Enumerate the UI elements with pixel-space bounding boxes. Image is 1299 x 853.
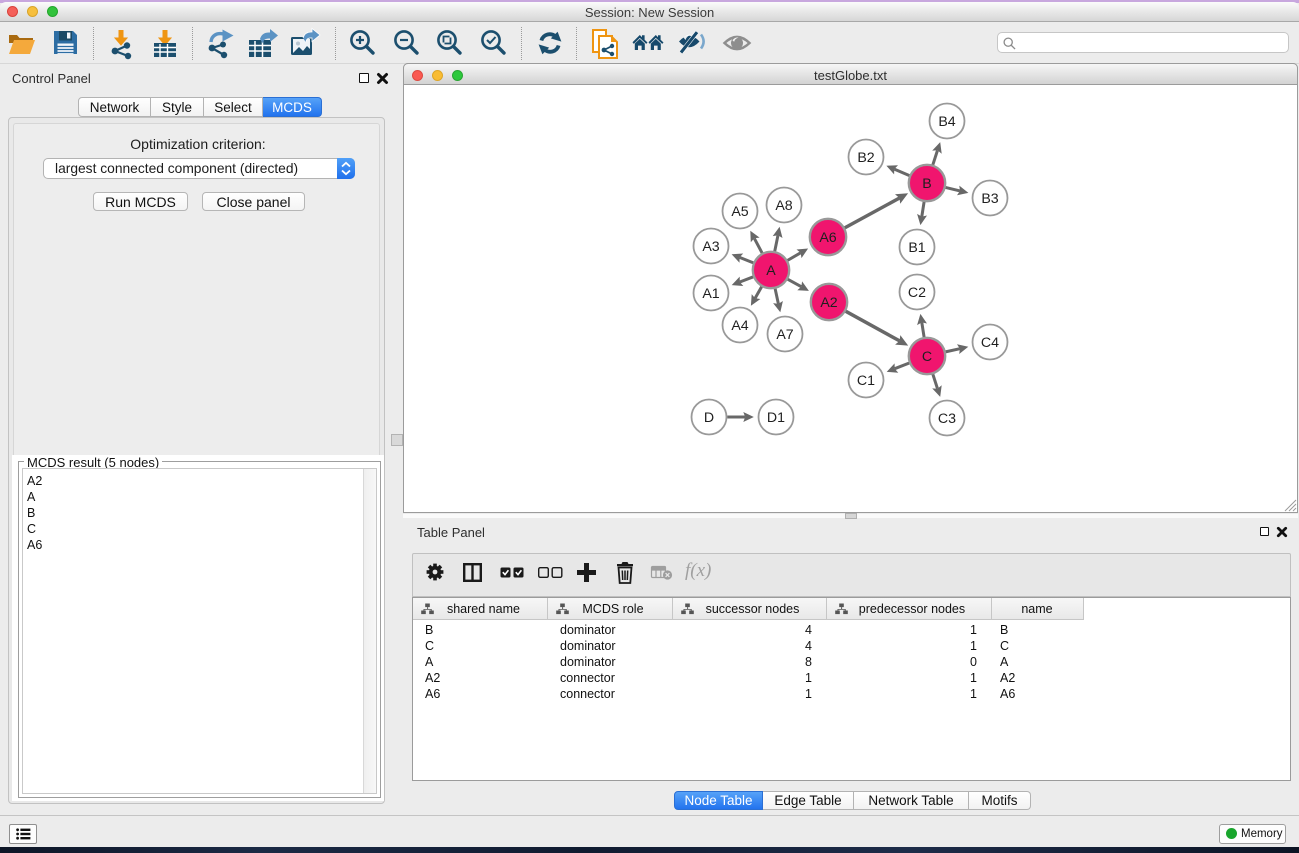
svg-text:A4: A4 bbox=[731, 318, 748, 334]
svg-text:A: A bbox=[766, 263, 776, 279]
svg-text:C4: C4 bbox=[981, 335, 999, 351]
svg-text:B4: B4 bbox=[938, 114, 955, 130]
svg-text:C3: C3 bbox=[938, 411, 956, 427]
svg-text:D1: D1 bbox=[767, 410, 785, 426]
svg-text:A2: A2 bbox=[820, 295, 837, 311]
svg-text:A3: A3 bbox=[702, 239, 719, 255]
svg-text:C1: C1 bbox=[857, 373, 875, 389]
svg-text:B3: B3 bbox=[981, 191, 998, 207]
svg-text:A6: A6 bbox=[819, 230, 836, 246]
svg-text:A5: A5 bbox=[731, 204, 748, 220]
svg-text:D: D bbox=[704, 410, 714, 426]
svg-text:A1: A1 bbox=[702, 286, 719, 302]
svg-text:C2: C2 bbox=[908, 285, 926, 301]
svg-text:A8: A8 bbox=[775, 198, 792, 214]
svg-text:B2: B2 bbox=[857, 150, 874, 166]
svg-text:B: B bbox=[922, 176, 931, 192]
svg-text:C: C bbox=[922, 349, 932, 365]
svg-text:B1: B1 bbox=[908, 240, 925, 256]
svg-text:A7: A7 bbox=[776, 327, 793, 343]
